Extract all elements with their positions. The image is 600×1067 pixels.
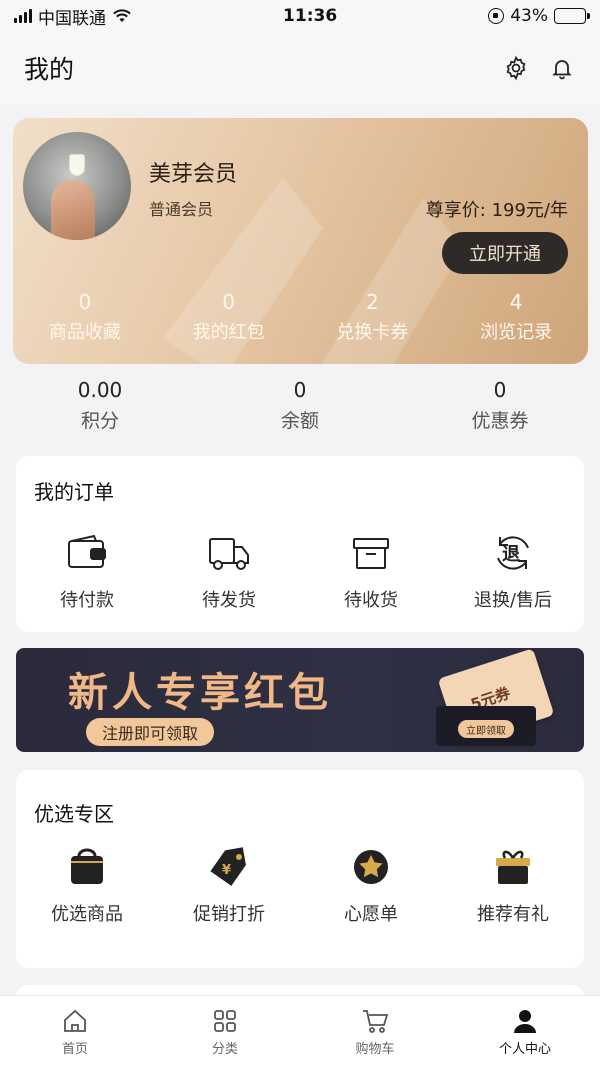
orders-section: 我的订单 待付款 待发货 待收货 退 退换/售后 (16, 456, 584, 632)
member-level: 普通会员 (149, 200, 214, 219)
featured-label: 心愿单 (344, 904, 398, 925)
new-user-banner[interactable]: 新人专享红包 注册即可领取 5元券 立即领取 (16, 648, 584, 752)
bottom-navigation: 首页 分类 购物车 个人中心 (0, 995, 600, 1067)
featured-title: 优选专区 (34, 802, 114, 826)
nav-label: 分类 (211, 1041, 238, 1057)
gift-icon (490, 844, 536, 890)
featured-section: 优选专区 优选商品 ¥ 促销打折 心愿单 推荐有礼 (16, 770, 584, 968)
bell-icon[interactable] (548, 54, 576, 82)
cart-icon (361, 1007, 389, 1035)
home-icon (61, 1007, 89, 1035)
stat-label: 浏览记录 (480, 322, 553, 343)
carrier-label: 中国联通 (38, 8, 106, 29)
nav-home[interactable]: 首页 (0, 996, 150, 1067)
order-label: 待发货 (202, 590, 256, 611)
orders-title: 我的订单 (34, 480, 114, 504)
status-bar: 中国联通 11:36 43% (0, 0, 600, 32)
balance-value: 0 (493, 378, 507, 402)
user-icon (511, 1007, 539, 1035)
star-icon (348, 844, 394, 890)
refund-icon-text: 退 (502, 544, 520, 565)
stat-favorites[interactable]: 0 商品收藏 (13, 290, 157, 344)
page-header: 我的 (0, 32, 600, 104)
featured-label: 优选商品 (51, 904, 123, 925)
banner-get-button[interactable]: 立即领取 (458, 720, 514, 738)
featured-promotions[interactable]: ¥ 促销打折 (158, 844, 300, 926)
truck-icon (206, 530, 252, 576)
gear-icon[interactable] (502, 54, 530, 82)
nav-label: 购物车 (355, 1041, 395, 1057)
orientation-lock-icon (488, 8, 505, 24)
nav-label: 个人中心 (498, 1041, 551, 1057)
balance-label: 优惠券 (471, 410, 529, 432)
nav-profile[interactable]: 个人中心 (450, 996, 600, 1067)
balance-coupons[interactable]: 0 优惠券 (450, 378, 550, 433)
nav-label: 首页 (61, 1041, 88, 1057)
featured-label: 推荐有礼 (477, 904, 549, 925)
open-membership-button[interactable]: 立即开通 (442, 232, 568, 274)
svg-text:¥: ¥ (222, 863, 231, 878)
featured-picks[interactable]: 优选商品 (16, 844, 158, 926)
stat-red-packets[interactable]: 0 我的红包 (157, 290, 301, 344)
stat-value: 0 (78, 290, 92, 314)
order-after-sales[interactable]: 退 退换/售后 (442, 530, 584, 612)
featured-referral[interactable]: 推荐有礼 (442, 844, 584, 926)
balance-value: 0 (293, 378, 307, 402)
nav-cart[interactable]: 购物车 (300, 996, 450, 1067)
member-title: 美芽会员 (149, 162, 238, 187)
stat-value: 2 (366, 290, 379, 314)
order-pending-shipment[interactable]: 待发货 (158, 530, 300, 612)
featured-label: 促销打折 (193, 904, 265, 925)
order-pending-receipt[interactable]: 待收货 (300, 530, 442, 612)
stat-value: 4 (509, 290, 523, 314)
member-price: 尊享价: 199元/年 (425, 200, 568, 221)
shopping-bag-icon (64, 844, 110, 890)
order-label: 待付款 (60, 590, 114, 611)
membership-card: 美芽会员 普通会员 尊享价: 199元/年 立即开通 0 商品收藏 0 我的红包… (13, 118, 588, 364)
balance-label: 余额 (280, 410, 319, 432)
order-label: 待收货 (344, 590, 398, 611)
stat-label: 我的红包 (192, 322, 265, 343)
featured-wishlist[interactable]: 心愿单 (300, 844, 442, 926)
box-icon (348, 530, 394, 576)
signal-icon (14, 9, 32, 23)
balance-wallet[interactable]: 0 余额 (250, 378, 350, 433)
stat-label: 商品收藏 (48, 322, 121, 343)
banner-title: 新人专享红包 (68, 670, 332, 716)
stat-value: 0 (222, 290, 235, 314)
stat-label: 兑换卡券 (336, 322, 409, 343)
battery-icon (553, 8, 590, 24)
stat-vouchers[interactable]: 2 兑换卡券 (301, 290, 445, 344)
banner-cta[interactable]: 注册即可领取 (86, 718, 215, 746)
balance-points[interactable]: 0.00 积分 (50, 378, 150, 433)
avatar[interactable] (23, 132, 131, 240)
refund-icon: 退 (490, 530, 536, 576)
grid-icon (211, 1007, 239, 1035)
battery-percent: 43% (510, 6, 548, 26)
clock: 11:36 (283, 6, 338, 26)
nav-category[interactable]: 分类 (150, 996, 300, 1067)
balance-value: 0.00 (77, 378, 123, 402)
stat-history[interactable]: 4 浏览记录 (444, 290, 588, 344)
wifi-icon (113, 9, 131, 22)
order-pending-payment[interactable]: 待付款 (16, 530, 158, 612)
order-label: 退换/售后 (473, 590, 553, 611)
wallet-icon (64, 530, 110, 576)
page-title: 我的 (24, 55, 75, 84)
price-tag-icon: ¥ (206, 844, 252, 890)
balance-label: 积分 (80, 410, 119, 432)
